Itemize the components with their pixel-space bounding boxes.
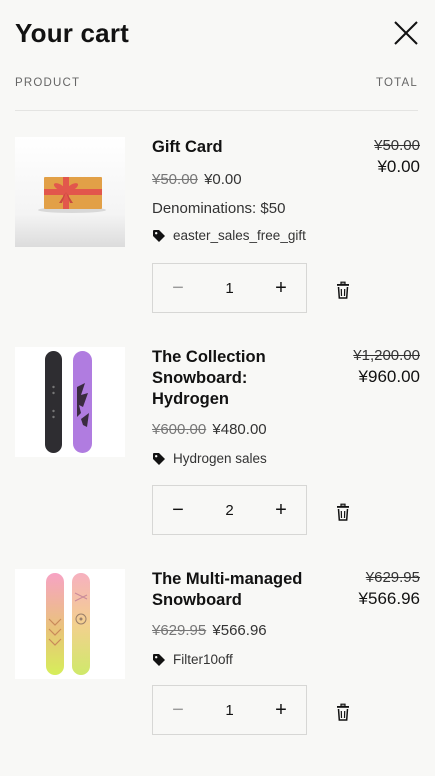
quantity-decrease-button[interactable]: −	[153, 686, 203, 734]
discount-label: Hydrogen sales	[173, 451, 267, 466]
tag-icon	[153, 229, 165, 242]
product-name[interactable]: Gift Card	[152, 137, 307, 158]
total-column-header: TOTAL	[376, 77, 418, 89]
plus-icon: +	[275, 698, 287, 721]
plus-icon: +	[275, 498, 287, 521]
quantity-increase-button[interactable]: +	[256, 486, 306, 534]
discount-badge: Filter10off	[152, 652, 233, 667]
remove-item-button[interactable]	[333, 503, 353, 523]
plus-icon: +	[275, 276, 287, 299]
line-total-final: ¥960.00	[358, 367, 420, 386]
discount-badge: easter_sales_free_gift	[152, 228, 306, 243]
discount-badge: Hydrogen sales	[152, 451, 267, 466]
discount-label: Filter10off	[173, 652, 233, 667]
product-option: Denominations: $50	[152, 200, 286, 217]
quantity-decrease-button[interactable]: −	[153, 486, 203, 534]
unit-price: ¥629.95 ¥566.96	[152, 622, 267, 639]
original-price: ¥629.95	[152, 622, 207, 639]
line-total-original: ¥1,200.00	[353, 347, 420, 364]
minus-icon: −	[172, 698, 184, 721]
quantity-increase-button[interactable]: +	[256, 686, 306, 734]
quantity-stepper: − 2 +	[152, 485, 307, 535]
close-icon	[394, 21, 418, 45]
line-total-original: ¥50.00	[374, 137, 420, 154]
divider	[15, 110, 418, 111]
tag-icon	[153, 653, 165, 666]
product-name[interactable]: The Multi-managed Snowboard	[152, 569, 307, 611]
remove-item-button[interactable]	[333, 281, 353, 301]
product-name[interactable]: The Collection Snowboard: Hydrogen	[152, 347, 307, 410]
unit-price: ¥50.00 ¥0.00	[152, 171, 242, 188]
discount-label: easter_sales_free_gift	[173, 228, 306, 243]
cart-drawer: Your cart PRODUCT TOTAL Gift Card ¥50.00…	[0, 0, 435, 776]
minus-icon: −	[172, 276, 184, 299]
trash-icon	[337, 281, 349, 299]
line-total: ¥50.00 ¥0.00	[374, 137, 420, 179]
line-total-final: ¥566.96	[358, 589, 420, 608]
cart-item: The Collection Snowboard: Hydrogen ¥600.…	[15, 347, 420, 537]
minus-icon: −	[172, 498, 184, 521]
cart-header: Your cart	[15, 14, 420, 58]
remove-item-button[interactable]	[333, 703, 353, 723]
tag-icon	[153, 452, 165, 465]
unit-price: ¥600.00 ¥480.00	[152, 421, 267, 438]
cart-item: The Multi-managed Snowboard ¥629.95 ¥566…	[15, 569, 420, 759]
sale-price: ¥480.00	[212, 421, 267, 438]
close-button[interactable]	[392, 19, 420, 47]
sale-price: ¥0.00	[204, 171, 242, 188]
trash-icon	[337, 503, 349, 521]
quantity-increase-button[interactable]: +	[256, 264, 306, 312]
product-column-header: PRODUCT	[15, 77, 81, 89]
quantity-input[interactable]: 1	[203, 686, 256, 734]
product-image-multi-managed-snowboard[interactable]	[15, 569, 125, 679]
quantity-input[interactable]: 2	[203, 486, 256, 534]
original-price: ¥600.00	[152, 421, 207, 438]
line-total-original: ¥629.95	[365, 569, 420, 586]
cart-item: Gift Card ¥50.00 ¥0.00 Denominations: $5…	[15, 137, 420, 327]
line-total-final: ¥0.00	[377, 157, 420, 176]
quantity-decrease-button[interactable]: −	[153, 264, 203, 312]
product-image-gift-card[interactable]	[15, 137, 125, 247]
quantity-stepper: − 1 +	[152, 685, 307, 735]
product-image-hydrogen-snowboard[interactable]	[15, 347, 125, 457]
quantity-input[interactable]: 1	[203, 264, 256, 312]
page-title: Your cart	[15, 18, 130, 48]
column-headers: PRODUCT TOTAL	[15, 77, 418, 91]
quantity-stepper: − 1 +	[152, 263, 307, 313]
sale-price: ¥566.96	[212, 622, 267, 639]
line-total: ¥1,200.00 ¥960.00	[353, 347, 420, 389]
trash-icon	[337, 703, 349, 721]
original-price: ¥50.00	[152, 171, 198, 188]
line-total: ¥629.95 ¥566.96	[359, 569, 420, 611]
